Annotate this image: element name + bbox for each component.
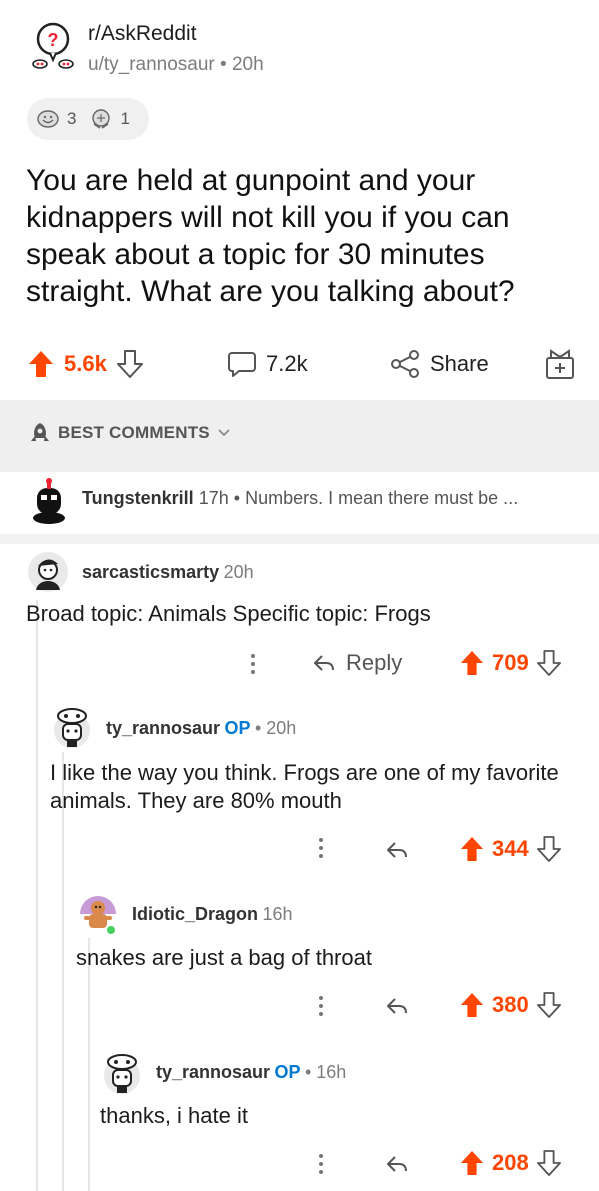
downvote-arrow-icon[interactable] [536,1150,561,1176]
more-options-icon[interactable] [319,838,325,862]
share-icon [390,350,420,378]
more-options-icon[interactable] [251,654,257,678]
post-author-meta: u/ty_rannosaur • 20h [88,54,264,75]
downvote-arrow-icon[interactable] [536,836,561,862]
comment-count: 7.2k [266,351,308,376]
sort-label: BEST COMMENTS [58,423,210,442]
comment-header: sarcasticsmarty 20h [82,562,254,583]
downvote-arrow-icon[interactable] [116,350,143,378]
post-vote: 5.6k [28,350,143,378]
comment-score: 208 [492,1150,529,1175]
comment-preview: Numbers. I mean there must be ... [245,488,519,508]
sort-dropdown[interactable]: BEST COMMENTS [30,422,230,444]
comment-header: ty_rannosaur OP • 20h [106,718,297,738]
comment-vote: 380 [460,992,561,1018]
post-time: 20h [231,54,264,75]
reply-button[interactable]: Reply [312,650,402,676]
subreddit-name[interactable]: r/AskReddit [88,22,197,46]
comment-body: snakes are just a bag of throat [76,945,372,970]
comment-vote: 709 [460,650,561,676]
comment-username[interactable]: ty_rannosaur [106,718,220,738]
comment-time: 17h [198,488,229,508]
award-count: 1 [120,109,130,128]
subreddit-icon[interactable]: ? [28,20,78,70]
comment-header: Idiotic_Dragon 16h [132,904,293,925]
award-count: 3 [67,109,77,128]
post-action-bar: 5.6k 7.2k Share [0,340,599,396]
avatar[interactable] [50,706,94,750]
comment-vote: 344 [460,836,561,862]
comment-score: 344 [492,836,529,861]
comment-score: 380 [492,992,529,1017]
upvote-arrow-icon[interactable] [460,992,484,1018]
award-button[interactable] [545,348,575,380]
chevron-down-icon [218,429,230,437]
downvote-arrow-icon[interactable] [536,650,561,676]
avatar[interactable] [26,478,72,524]
post-title[interactable]: You are held at gunpoint and your kidnap… [26,162,566,310]
more-options-icon[interactable] [319,996,325,1020]
svg-text:?: ? [48,30,59,50]
laughing-award-icon [37,109,61,129]
reply-button[interactable] [385,840,409,860]
comment-username[interactable]: ty_rannosaur [156,1062,270,1082]
thread-line[interactable] [62,752,64,1191]
comment-body: Broad topic: Animals Specific topic: Fro… [26,601,431,626]
share-button[interactable]: Share [390,350,489,378]
reply-arrow-icon [312,653,336,673]
reply-arrow-icon [385,996,409,1016]
comments-button[interactable]: 7.2k [228,350,308,378]
op-badge: OP [274,1062,301,1082]
wholesome-award-icon [90,109,114,129]
gift-icon [545,348,575,380]
comment-header: ty_rannosaur OP • 16h [156,1062,347,1082]
comment-username[interactable]: Tungstenkrill [82,488,194,508]
comment-body: thanks, i hate it [100,1103,248,1128]
op-badge: OP [224,718,251,738]
divider [0,534,599,544]
more-options-icon[interactable] [319,1154,325,1178]
share-label: Share [430,351,489,376]
reply-button[interactable] [385,1154,409,1174]
comment-score: 709 [492,650,529,675]
comment-time: 20h [266,718,297,738]
comment-username[interactable]: sarcasticsmarty [82,562,219,582]
collapsed-comment[interactable]: Tungstenkrill 17h • Numbers. I mean ther… [82,488,518,509]
upvote-arrow-icon[interactable] [460,650,484,676]
thread-line[interactable] [88,938,90,1191]
reply-button[interactable] [385,996,409,1016]
comment-vote: 208 [460,1150,561,1176]
avatar[interactable] [76,892,120,936]
upvote-arrow-icon[interactable] [28,350,54,378]
post-upvote-count: 5.6k [64,351,107,376]
upvote-arrow-icon[interactable] [460,1150,484,1176]
rocket-icon [30,422,50,444]
comment-username[interactable]: Idiotic_Dragon [132,904,258,924]
post-author[interactable]: u/ty_rannosaur [88,54,215,75]
downvote-arrow-icon[interactable] [536,992,561,1018]
comment-time: 16h [316,1062,347,1082]
avatar[interactable] [100,1052,144,1096]
comment-body: I like the way you think. Frogs are one … [50,760,559,813]
awards-pill[interactable]: 3 1 [27,98,149,140]
reply-arrow-icon [385,840,409,860]
reply-arrow-icon [385,1154,409,1174]
comment-bubble-icon [228,350,256,378]
upvote-arrow-icon[interactable] [460,836,484,862]
comment-time: 16h [262,904,293,924]
avatar[interactable] [26,550,70,594]
comment-time: 20h [223,562,254,582]
reply-label: Reply [346,650,403,675]
thread-line[interactable] [36,600,38,1191]
